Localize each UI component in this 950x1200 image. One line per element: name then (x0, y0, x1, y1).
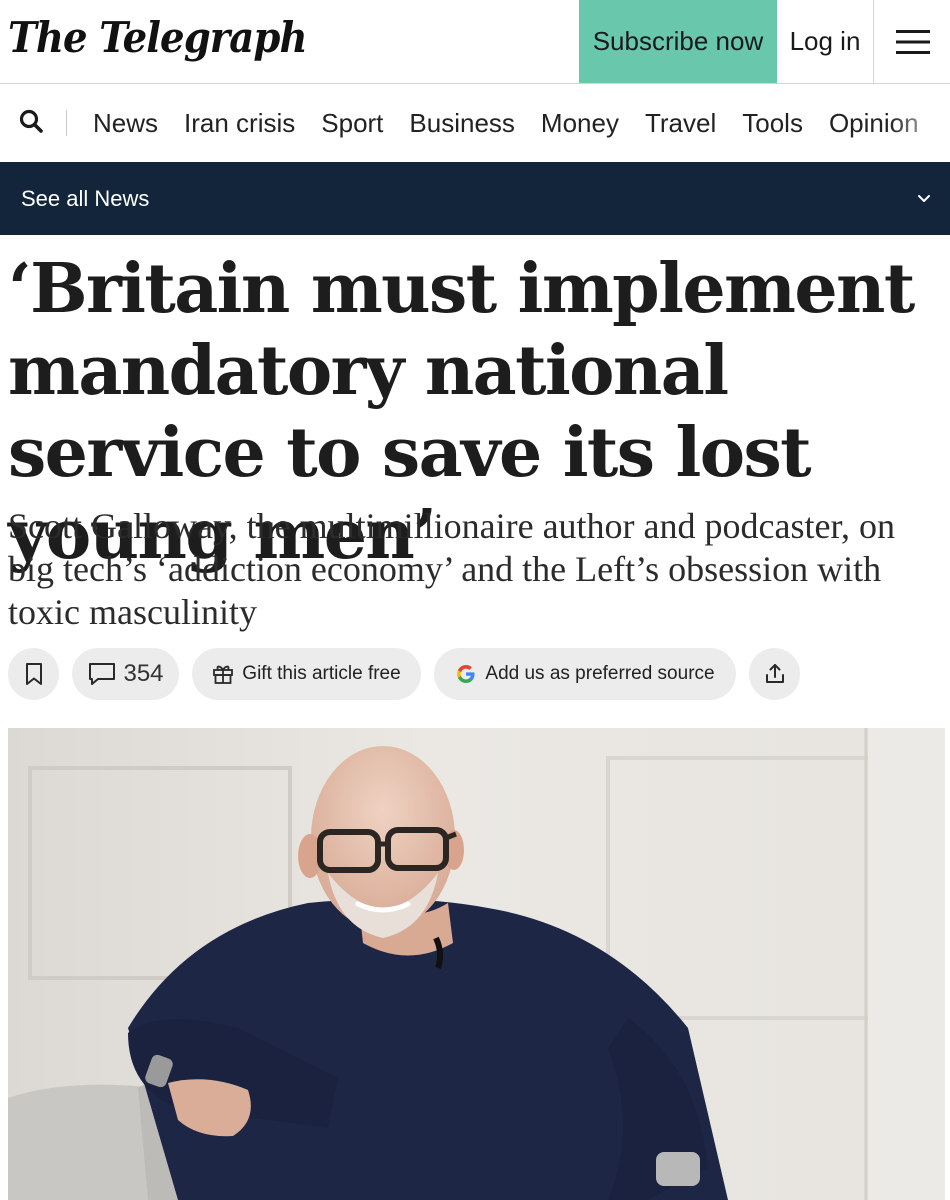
nav-item-business[interactable]: Business (409, 108, 515, 139)
comments-button[interactable]: 354 (72, 648, 179, 700)
nav-item-news[interactable]: News (93, 108, 158, 139)
nav-item-iran-crisis[interactable]: Iran crisis (184, 108, 295, 139)
nav-item-sport[interactable]: Sport (321, 108, 383, 139)
share-icon (763, 662, 787, 686)
hamburger-menu-icon[interactable] (875, 0, 950, 83)
preferred-source-button[interactable]: Add us as preferred source (434, 648, 736, 700)
see-all-news-bar[interactable]: See all News (0, 162, 950, 235)
bookmark-button[interactable] (8, 648, 59, 700)
login-button[interactable]: Log in (777, 0, 874, 83)
comment-icon (87, 661, 117, 687)
chevron-down-icon (916, 190, 932, 206)
google-icon (455, 663, 477, 685)
search-icon[interactable] (18, 108, 48, 138)
comment-count: 354 (123, 660, 164, 687)
bookmark-icon (25, 662, 43, 686)
nav-divider (66, 110, 67, 136)
main-navigation: News Iran crisis Sport Business Money Tr… (0, 84, 950, 162)
article-standfirst: Scott Galloway, the multimillionaire aut… (8, 506, 896, 632)
nav-item-money[interactable]: Money (541, 108, 619, 139)
telegraph-logo[interactable]: The Telegraph (8, 10, 308, 66)
nav-fade-overlay (890, 84, 950, 162)
gift-label: Gift this article free (242, 663, 401, 684)
subscribe-button[interactable]: Subscribe now (579, 0, 777, 83)
see-all-news-label: See all News (21, 186, 150, 211)
nav-item-travel[interactable]: Travel (645, 108, 716, 139)
nav-item-tools[interactable]: Tools (742, 108, 803, 139)
article-hero-image[interactable] (8, 728, 945, 1200)
gift-icon (212, 663, 234, 685)
share-button[interactable] (749, 648, 800, 700)
preferred-source-label: Add us as preferred source (485, 663, 715, 684)
gift-article-button[interactable]: Gift this article free (192, 648, 421, 700)
site-header: The Telegraph Subscribe now Log in (0, 0, 950, 84)
